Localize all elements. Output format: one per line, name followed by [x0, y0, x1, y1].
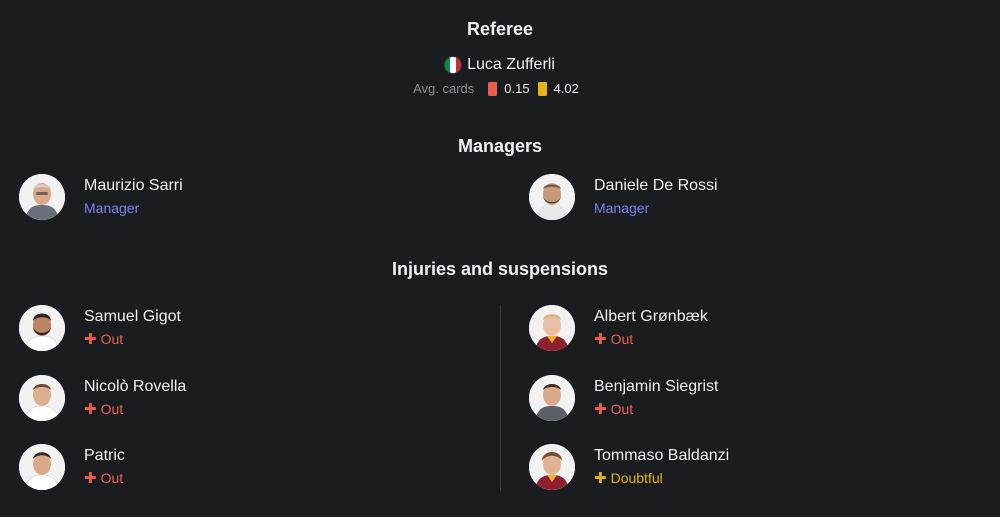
injured-player-home[interactable]: Samuel Gigot ✚ Out: [19, 305, 181, 351]
referee-name: Luca Zufferli: [467, 56, 555, 73]
injured-player-away[interactable]: Benjamin Siegrist ✚ Out: [529, 375, 719, 421]
injury-status: ✚ Out: [594, 399, 719, 419]
home-manager[interactable]: Maurizio Sarri Manager: [19, 174, 183, 220]
player-name: Patric: [84, 447, 125, 464]
away-manager[interactable]: Daniele De Rossi Manager: [529, 174, 718, 220]
manager-name: Maurizio Sarri: [84, 177, 183, 194]
injured-player-away[interactable]: Tommaso Baldanzi ✚ Doubtful: [529, 444, 729, 490]
injury-status: ✚ Out: [84, 329, 181, 349]
manager-role: Manager: [594, 200, 650, 216]
player-name: Benjamin Siegrist: [594, 378, 719, 395]
status-label: Out: [610, 331, 634, 347]
avatar: [529, 375, 575, 421]
plus-cross-icon: ✚: [84, 400, 97, 418]
avatar: [19, 305, 65, 351]
avatar: [19, 375, 65, 421]
avatar: [529, 305, 575, 351]
plus-cross-icon: ✚: [594, 400, 607, 418]
red-card-avg: 0.15: [504, 81, 530, 96]
injured-player-home[interactable]: Patric ✚ Out: [19, 444, 125, 490]
injury-status: ✚ Doubtful: [594, 468, 729, 488]
status-label: Out: [100, 331, 124, 347]
plus-cross-icon: ✚: [594, 469, 607, 487]
status-label: Doubtful: [610, 470, 663, 486]
status-label: Out: [100, 470, 124, 486]
injury-status: ✚ Out: [84, 468, 125, 488]
player-name: Samuel Gigot: [84, 308, 181, 325]
column-divider: [500, 305, 501, 491]
injury-status: ✚ Out: [594, 329, 708, 349]
status-label: Out: [100, 401, 124, 417]
status-label: Out: [610, 401, 634, 417]
injured-player-away[interactable]: Albert Grønbæk ✚ Out: [529, 305, 708, 351]
manager-name: Daniele De Rossi: [594, 177, 718, 194]
injury-status: ✚ Out: [84, 399, 186, 419]
plus-cross-icon: ✚: [594, 330, 607, 348]
avg-cards-label: Avg. cards: [413, 81, 475, 96]
referee-avg-cards: Avg. cards 0.15 4.02: [0, 81, 1000, 96]
avatar: [19, 174, 65, 220]
yellow-card-icon: [537, 81, 547, 96]
referee-section-title: Referee: [466, 19, 534, 39]
avatar: [529, 444, 575, 490]
avatar: [529, 174, 575, 220]
injured-player-home[interactable]: Nicolò Rovella ✚ Out: [19, 375, 186, 421]
plus-cross-icon: ✚: [84, 469, 97, 487]
player-name: Albert Grønbæk: [594, 308, 708, 325]
player-name: Tommaso Baldanzi: [594, 447, 730, 464]
avatar: [19, 444, 65, 490]
manager-role: Manager: [84, 200, 140, 216]
referee-row[interactable]: Luca Zufferli: [0, 56, 1000, 74]
red-card-icon: [488, 81, 498, 96]
injuries-section-title: Injuries and suspensions: [391, 259, 609, 279]
yellow-card-avg: 4.02: [553, 81, 579, 96]
plus-cross-icon: ✚: [84, 330, 97, 348]
player-name: Nicolò Rovella: [84, 378, 187, 395]
italy-flag-icon: [445, 57, 462, 73]
match-lineups-info: Referee Luca Zufferli Avg. cards 0.15 4.…: [0, 0, 1000, 517]
managers-section-title: Managers: [457, 136, 543, 156]
